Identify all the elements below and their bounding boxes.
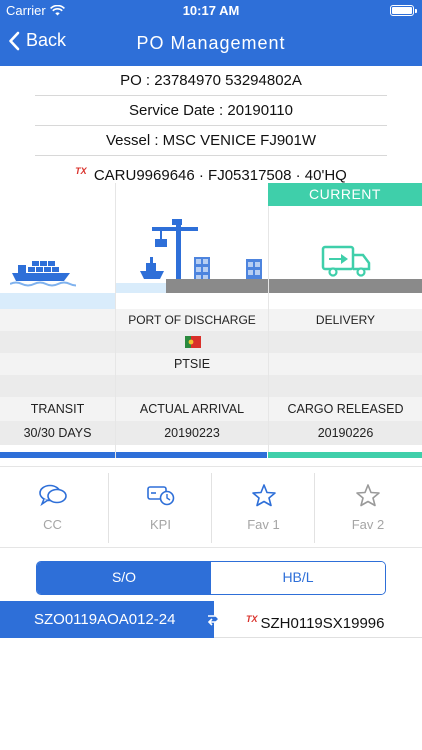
swap-arrows-icon[interactable] — [206, 610, 224, 628]
delivery-truck-icon — [321, 245, 371, 277]
dock-platform — [166, 279, 268, 293]
service-date-row: Service Date : 20190110 — [35, 96, 387, 126]
vessel-row: Vessel : MSC VENICE FJ901W — [35, 126, 387, 156]
cc-button[interactable]: CC — [0, 467, 105, 547]
fav2-label: Fav 2 — [351, 517, 385, 532]
shipment-info: PO : 23784970 53294802A Service Date : 2… — [35, 66, 387, 186]
flag-cell — [116, 331, 268, 353]
chat-bubbles-icon — [38, 484, 67, 507]
clock: 10:17 AM — [182, 3, 240, 18]
reference-bar: SZO0119AOA012-24 TX SZH0119SX19996 — [0, 601, 422, 638]
page-title: PO Management — [136, 33, 286, 53]
delivery-heading: DELIVERY — [269, 309, 422, 331]
hbl-reference[interactable]: TX SZH0119SX19996 — [246, 601, 385, 638]
navigation-header: Carrier 10:17 AM Back PO Management — [0, 0, 422, 66]
star-icon — [251, 484, 276, 507]
progress-segment-delivery — [268, 452, 422, 458]
container-row: TX CARU9969646 · FJ05317508 · 40'HQ — [35, 156, 387, 186]
container-text: CARU9969646 · FJ05317508 · 40'HQ — [93, 167, 347, 184]
fav2-button[interactable]: Fav 2 — [314, 467, 422, 547]
progress-segment-port — [116, 452, 267, 458]
arrival-date-value: 20190223 — [116, 421, 268, 445]
transit-event-label: TRANSIT — [0, 397, 115, 421]
cargo-ship-icon — [10, 261, 76, 287]
fav1-button[interactable]: Fav 1 — [211, 467, 316, 547]
fav1-label: Fav 1 — [247, 517, 280, 532]
current-stage-badge: CURRENT — [268, 183, 422, 206]
arrival-event-label: ACTUAL ARRIVAL — [116, 397, 268, 421]
port-heading: PORT OF DISCHARGE — [116, 309, 268, 331]
port-code: PTSIE — [116, 353, 268, 375]
po-row: PO : 23784970 53294802A — [35, 66, 387, 96]
cc-label: CC — [43, 517, 62, 532]
released-event-label: CARGO RELEASED — [269, 397, 422, 421]
status-bar: Carrier 10:17 AM — [0, 0, 422, 22]
released-date-value: 20190226 — [269, 421, 422, 445]
stage-transit: TRANSIT 30/30 DAYS — [0, 183, 115, 458]
star-icon — [356, 484, 380, 507]
tx-badge: TX — [75, 166, 87, 176]
progress-segment-transit — [0, 452, 115, 458]
action-bar: CC KPI Fav 1 Fav 2 — [0, 466, 422, 548]
hbl-number: SZH0119SX19996 — [260, 615, 385, 632]
transit-days-value: 30/30 DAYS — [0, 421, 115, 445]
segment-hbl[interactable]: HB/L — [211, 562, 385, 594]
segment-so[interactable]: S/O — [37, 562, 211, 594]
document-type-segment: S/O HB/L — [36, 561, 386, 595]
kpi-label: KPI — [150, 517, 171, 532]
tx-badge: TX — [246, 614, 258, 624]
stage-port-of-discharge: PORT OF DISCHARGE PTSIE ACTUAL ARRIVAL 2… — [115, 183, 268, 458]
stage-delivery: DELIVERY CARGO RELEASED 20190226 — [268, 183, 422, 458]
battery-icon — [390, 5, 417, 16]
portugal-flag-icon — [185, 336, 201, 348]
shipment-stages: TRANSIT 30/30 DAYS PORT OF DISCHARGE PTS… — [0, 183, 422, 458]
kpi-button[interactable]: KPI — [108, 467, 213, 547]
kpi-clock-icon — [146, 486, 174, 506]
so-number[interactable]: SZO0119AOA012-24 — [0, 601, 214, 638]
